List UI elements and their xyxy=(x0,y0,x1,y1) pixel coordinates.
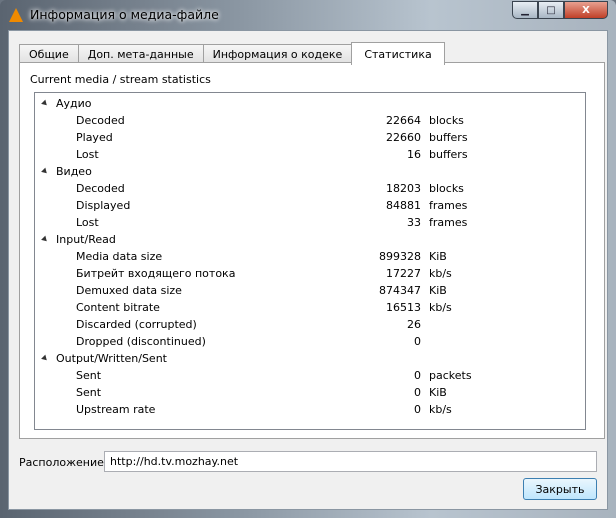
stat-value: 33 xyxy=(407,216,421,229)
stat-value: 18203 xyxy=(386,182,421,195)
stat-value: 22660 xyxy=(386,131,421,144)
tree-row[interactable]: Dropped (discontinued) 0 xyxy=(35,333,585,350)
stat-value: 0 xyxy=(414,386,421,399)
tree-row[interactable]: Media data size 899328 KiB xyxy=(35,248,585,265)
tab-metadata[interactable]: Доп. мета-данные xyxy=(77,44,204,64)
expand-triangle-icon[interactable] xyxy=(41,99,49,108)
group-label: Input/Read xyxy=(56,233,116,246)
vlc-cone-icon xyxy=(9,8,23,22)
stat-unit: packets xyxy=(429,369,472,382)
stat-label: Lost xyxy=(76,216,99,229)
stat-value: 16 xyxy=(407,148,421,161)
stat-unit: buffers xyxy=(429,131,468,144)
tree-group[interactable]: Аудио xyxy=(35,95,585,112)
stat-label: Displayed xyxy=(76,199,131,212)
tree-row[interactable]: Demuxed data size 874347 KiB xyxy=(35,282,585,299)
stat-unit: blocks xyxy=(429,114,464,127)
minimize-button[interactable]: ▁ xyxy=(512,1,538,19)
stat-label: Content bitrate xyxy=(76,301,160,314)
tree-row[interactable]: Sent 0 KiB xyxy=(35,384,585,401)
tree-row[interactable]: Displayed 84881 frames xyxy=(35,197,585,214)
tree-group[interactable]: Output/Written/Sent xyxy=(35,350,585,367)
stat-unit: frames xyxy=(429,199,468,212)
statistics-panel: Current media / stream statistics Аудио D… xyxy=(19,62,605,439)
tree-row[interactable]: Lost 16 buffers xyxy=(35,146,585,163)
stat-value: 0 xyxy=(414,335,421,348)
maximize-button[interactable]: □ xyxy=(538,1,564,19)
stat-unit: kb/s xyxy=(429,403,452,416)
tree-row[interactable]: Discarded (corrupted) 26 xyxy=(35,316,585,333)
tree-row[interactable]: Upstream rate 0 kb/s xyxy=(35,401,585,418)
stat-value: 16513 xyxy=(386,301,421,314)
stat-value: 22664 xyxy=(386,114,421,127)
window-title: Информация о медиа-файле xyxy=(30,7,219,22)
stat-value: 84881 xyxy=(386,199,421,212)
stat-label: Upstream rate xyxy=(76,403,156,416)
tree-row[interactable]: Decoded 22664 blocks xyxy=(35,112,585,129)
stat-label: Discarded (corrupted) xyxy=(76,318,197,331)
location-label: Расположение: xyxy=(19,456,108,469)
stat-label: Sent xyxy=(76,369,102,382)
stat-unit: frames xyxy=(429,216,468,229)
stat-value: 899328 xyxy=(379,250,421,263)
tree-row[interactable]: Lost 33 frames xyxy=(35,214,585,231)
stat-unit: kb/s xyxy=(429,301,452,314)
stat-unit: KiB xyxy=(429,386,447,399)
dialog-window: Информация о медиа-файле ▁ □ X Общие Доп… xyxy=(0,0,616,518)
tree-row[interactable]: Decoded 18203 blocks xyxy=(35,180,585,197)
stat-value: 0 xyxy=(414,403,421,416)
tree-row[interactable]: Played 22660 buffers xyxy=(35,129,585,146)
stat-label: Dropped (discontinued) xyxy=(76,335,206,348)
expand-triangle-icon[interactable] xyxy=(41,167,49,176)
expand-triangle-icon[interactable] xyxy=(41,235,49,244)
statistics-tree[interactable]: Аудио Decoded 22664 blocks Played 22660 buffer… xyxy=(34,92,586,430)
panel-label: Current media / stream statistics xyxy=(30,73,211,86)
tree-row[interactable]: Битрейт входящего потока 17227 kb/s xyxy=(35,265,585,282)
stat-label: Played xyxy=(76,131,113,144)
stat-label: Demuxed data size xyxy=(76,284,182,297)
tree-group[interactable]: Input/Read xyxy=(35,231,585,248)
tree-row[interactable]: Content bitrate 16513 kb/s xyxy=(35,299,585,316)
stat-label: Media data size xyxy=(76,250,163,263)
group-label: Аудио xyxy=(56,97,92,110)
stat-label: Decoded xyxy=(76,182,125,195)
expand-triangle-icon[interactable] xyxy=(41,354,49,363)
tree-group[interactable]: Видео xyxy=(35,163,585,180)
stat-label: Decoded xyxy=(76,114,125,127)
stat-label: Lost xyxy=(76,148,99,161)
close-button[interactable]: Закрыть xyxy=(523,478,597,500)
stat-unit: kb/s xyxy=(429,267,452,280)
stat-value: 874347 xyxy=(379,284,421,297)
client-area: Общие Доп. мета-данные Информация о коде… xyxy=(8,30,608,510)
tab-statistics[interactable]: Статистика xyxy=(351,42,445,65)
stat-label: Sent xyxy=(76,386,102,399)
group-label: Output/Written/Sent xyxy=(56,352,167,365)
close-window-button[interactable]: X xyxy=(564,1,608,19)
stat-value: 0 xyxy=(414,369,421,382)
tab-codec[interactable]: Информация о кодеке xyxy=(202,44,353,64)
stat-unit: KiB xyxy=(429,250,447,263)
stat-value: 17227 xyxy=(386,267,421,280)
tab-general[interactable]: Общие xyxy=(19,44,79,64)
stat-unit: blocks xyxy=(429,182,464,195)
group-label: Видео xyxy=(56,165,92,178)
location-input[interactable]: http://hd.tv.mozhay.net xyxy=(104,451,597,472)
stat-label: Битрейт входящего потока xyxy=(76,267,236,280)
tree-row[interactable]: Sent 0 packets xyxy=(35,367,585,384)
stat-unit: KiB xyxy=(429,284,447,297)
stat-value: 26 xyxy=(407,318,421,331)
stat-unit: buffers xyxy=(429,148,468,161)
